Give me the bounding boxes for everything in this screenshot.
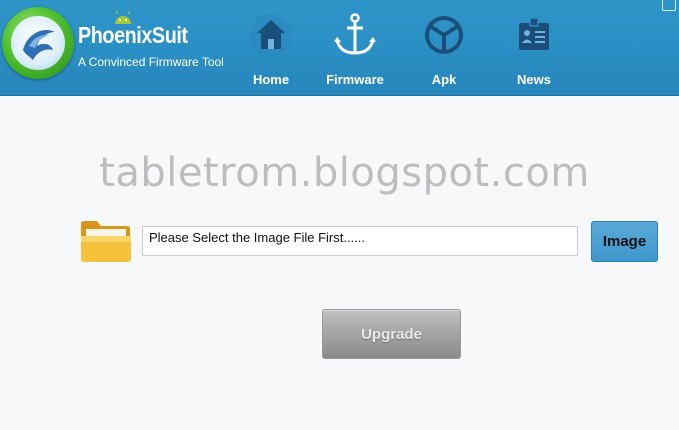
app-name: PhoenixSuit (78, 22, 188, 48)
nav-news[interactable]: News (494, 0, 574, 96)
watermark-text: tabletrom.blogspot.com (99, 150, 590, 196)
apk-icon (425, 16, 463, 54)
app-header: PhoenixSuit A Convinced Firmware Tool Ho… (0, 0, 679, 96)
window-control-button[interactable] (662, 0, 676, 11)
home-icon (250, 14, 292, 56)
upgrade-button[interactable]: Upgrade (322, 309, 461, 359)
nav-apk[interactable]: Apk (404, 0, 484, 96)
image-file-path-input[interactable] (142, 226, 578, 256)
news-icon (519, 17, 549, 50)
nav-apk-label: Apk (431, 72, 457, 87)
folder-icon[interactable] (79, 218, 133, 264)
anchor-icon (334, 13, 376, 55)
app-tagline: A Convinced Firmware Tool (78, 55, 224, 69)
nav-news-label: News (517, 72, 551, 87)
nav-home[interactable]: Home (231, 0, 311, 96)
nav-firmware[interactable]: Firmware (315, 0, 395, 96)
nav-firmware-label: Firmware (326, 72, 384, 87)
image-button[interactable]: Image (591, 221, 658, 262)
app-logo (2, 7, 74, 79)
phoenix-logo-icon (23, 30, 55, 60)
nav-home-label: Home (252, 72, 290, 87)
